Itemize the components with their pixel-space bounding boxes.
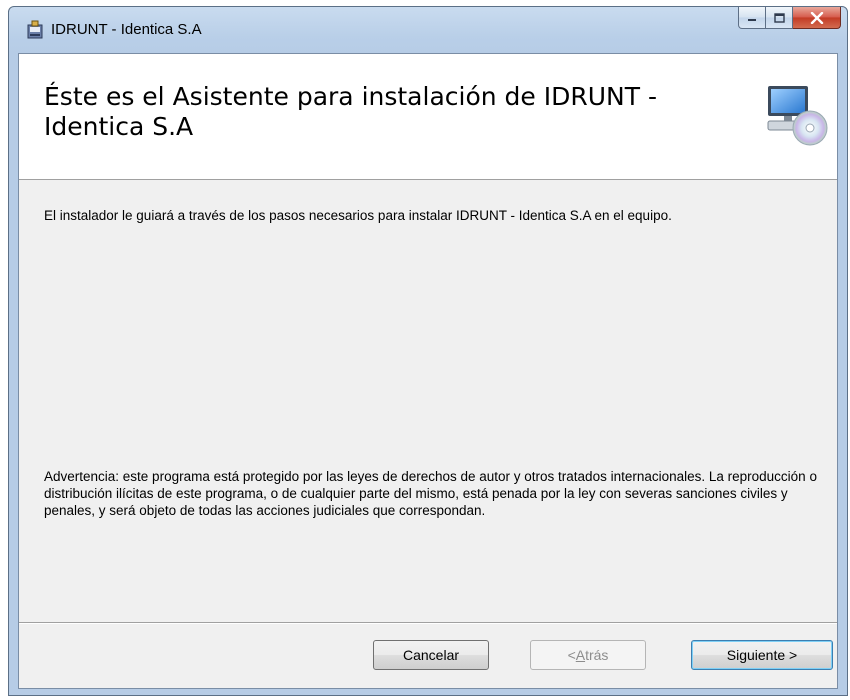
computer-cd-icon <box>767 86 828 146</box>
wizard-client-area: Éste es el Asistente para instalación de… <box>18 53 838 689</box>
footer-separator <box>19 622 837 624</box>
minimize-icon <box>748 18 756 21</box>
maximize-button[interactable] <box>766 7 793 29</box>
installer-window: IDRUNT - Identica S.A Éste es el Asisten… <box>8 6 848 696</box>
title-bar[interactable]: IDRUNT - Identica S.A <box>9 7 847 53</box>
installer-app-icon <box>27 20 43 39</box>
cancel-button[interactable]: Cancelar <box>373 640 489 670</box>
window-controls <box>738 7 841 29</box>
wizard-banner: Éste es el Asistente para instalación de… <box>19 54 837 180</box>
window-title: IDRUNT - Identica S.A <box>51 21 202 38</box>
intro-text: El instalador le guiará a través de los … <box>44 208 672 223</box>
back-button-mnemonic: A <box>575 647 586 663</box>
page-title: Éste es el Asistente para instalación de… <box>44 82 657 141</box>
close-icon <box>810 11 823 24</box>
back-button-prefix: < <box>567 647 576 663</box>
maximize-icon <box>773 12 785 23</box>
back-button-label: trás <box>585 647 609 663</box>
copyright-warning-text: Advertencia: este programa está protegid… <box>44 469 817 518</box>
minimize-button[interactable] <box>738 7 766 29</box>
next-button[interactable]: Siguiente > <box>691 640 833 670</box>
close-button[interactable] <box>793 7 841 29</box>
back-button[interactable]: < Atrás <box>530 640 646 670</box>
